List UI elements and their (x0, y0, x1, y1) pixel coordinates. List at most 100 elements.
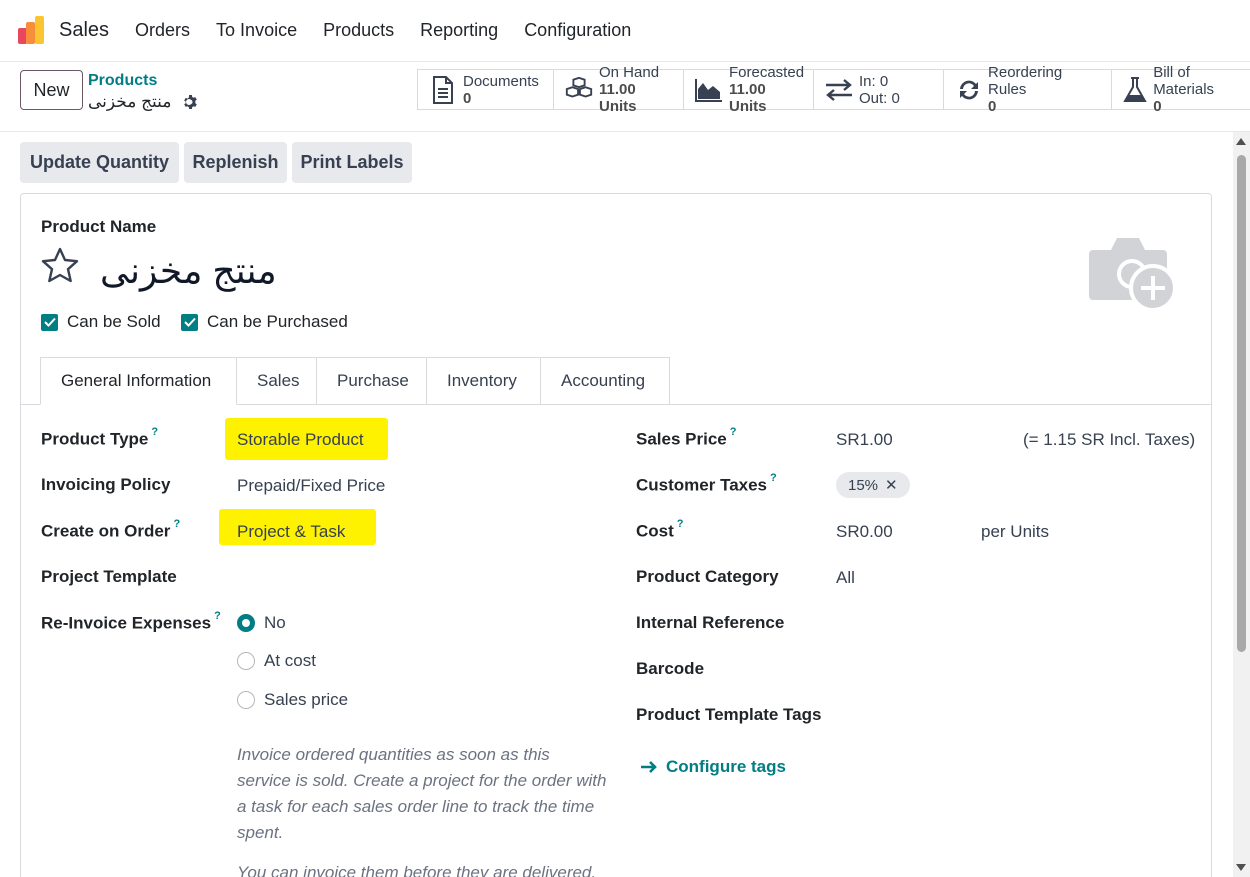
stat-label: On Hand (599, 64, 660, 81)
can-be-sold-checkbox[interactable]: Can be Sold (41, 312, 161, 332)
tab-sales[interactable]: Sales (237, 357, 317, 405)
help-text-secondary: You can invoice them before they are del… (237, 863, 597, 877)
stat-value: 0 (988, 98, 997, 115)
stat-value: 0 (1153, 98, 1162, 115)
radio-label: At cost (264, 651, 316, 670)
reordering-icon (954, 75, 983, 105)
nav-orders[interactable]: Orders (135, 20, 190, 41)
top-navbar: Sales Orders To Invoice Products Reporti… (0, 0, 1250, 62)
radio-label: No (264, 613, 286, 632)
help-tooltip-icon[interactable]: ? (151, 426, 158, 438)
configure-tags-label: Configure tags (666, 757, 786, 776)
new-button[interactable]: New (20, 70, 83, 110)
help-tooltip-icon[interactable]: ? (214, 610, 221, 622)
tab-purchase[interactable]: Purchase (317, 357, 427, 405)
scroll-down-icon[interactable] (1236, 864, 1246, 871)
radio-at-cost[interactable]: At cost (237, 651, 316, 671)
in-out-icon (824, 75, 854, 105)
project-template-label: Project Template (41, 567, 177, 586)
stat-value: Out: 0 (859, 89, 900, 107)
check-icon (181, 313, 198, 331)
control-panel-divider (0, 131, 1250, 132)
on-hand-icon (564, 75, 594, 105)
scrollbar-thumb[interactable] (1237, 155, 1246, 652)
help-tooltip-icon[interactable]: ? (677, 518, 684, 530)
can-be-purchased-checkbox[interactable]: Can be Purchased (181, 312, 348, 332)
radio-button (237, 691, 255, 709)
create-on-order-field[interactable]: Project & Task (237, 522, 345, 542)
product-category-field[interactable]: All (836, 568, 855, 588)
camera-icon[interactable] (1089, 232, 1181, 319)
can-be-sold-label: Can be Sold (67, 312, 161, 331)
sales-app-icon[interactable] (18, 15, 48, 46)
notebook-tabs: General Information Sales Purchase Inven… (40, 357, 670, 405)
stat-documents[interactable]: Documents 0 (418, 70, 554, 109)
stat-label: Forecasted (729, 64, 805, 81)
sales-price-label: Sales Price? (636, 426, 737, 449)
star-icon[interactable] (40, 246, 80, 289)
nav-reporting[interactable]: Reporting (420, 20, 498, 41)
product-name-field[interactable]: منتج مخزنى (100, 250, 277, 292)
help-tooltip-icon[interactable]: ? (730, 426, 737, 438)
radio-button (237, 614, 255, 632)
help-tooltip-icon[interactable]: ? (770, 472, 777, 484)
stat-label: In: 0 (859, 72, 889, 90)
smart-buttons: Documents 0 On Hand 11.00 Units Forecasted… (417, 64, 1250, 115)
radio-button (237, 652, 255, 670)
close-icon[interactable]: ✕ (885, 476, 898, 494)
stat-bill-of-materials[interactable]: Bill of Materials 0 (1112, 64, 1250, 115)
radio-sales-price[interactable]: Sales price (237, 690, 348, 710)
stat-forecasted[interactable]: Forecasted 11.00 Units (684, 64, 814, 115)
invoicing-policy-label: Invoicing Policy (41, 475, 171, 494)
cost-field[interactable]: SR0.00 (836, 522, 893, 542)
stat-label: Reordering Rules (988, 64, 1063, 98)
arrow-right-icon (640, 760, 658, 774)
help-text: Invoice ordered quantities as soon as th… (237, 745, 607, 842)
nav-products[interactable]: Products (323, 20, 394, 41)
cost-label: Cost? (636, 518, 684, 541)
stat-value: 11.00 Units (729, 81, 767, 115)
stat-reordering-rules[interactable]: Reordering Rules 0 (944, 64, 1112, 115)
breadcrumb-current: منتج مخزنى (88, 92, 172, 111)
sales-price-field[interactable]: SR1.00 (836, 430, 893, 450)
create-on-order-label: Create on Order? (41, 518, 181, 541)
tax-tag[interactable]: 15% ✕ (836, 472, 910, 498)
stat-value: 11.00 Units (599, 81, 637, 115)
tab-accounting[interactable]: Accounting (541, 357, 670, 405)
gear-icon[interactable] (181, 94, 197, 115)
customer-taxes-label: Customer Taxes? (636, 472, 777, 495)
cost-unit: per Units (981, 522, 1050, 541)
invoicing-policy-field[interactable]: Prepaid/Fixed Price (237, 476, 385, 496)
product-template-tags-label: Product Template Tags (636, 705, 822, 724)
print-labels-button[interactable]: Print Labels (292, 142, 412, 183)
bom-icon (1122, 75, 1148, 105)
stat-label: Bill of Materials (1153, 64, 1215, 98)
configure-tags-link[interactable]: Configure tags (640, 757, 786, 777)
stat-value: 0 (463, 89, 472, 107)
stat-on-hand[interactable]: On Hand 11.00 Units (554, 64, 684, 115)
nav-configuration[interactable]: Configuration (524, 20, 631, 41)
check-icon (41, 313, 58, 331)
breadcrumb-products[interactable]: Products (88, 72, 157, 90)
stat-label: Documents (463, 72, 539, 90)
tab-general-information[interactable]: General Information (40, 357, 237, 405)
help-tooltip-icon[interactable]: ? (173, 518, 180, 530)
can-be-purchased-label: Can be Purchased (207, 312, 348, 331)
product-type-field[interactable]: Storable Product (237, 430, 364, 450)
reinvoice-expenses-label: Re-Invoice Expenses? (41, 610, 221, 633)
scroll-up-icon[interactable] (1236, 138, 1246, 145)
forecasted-icon (694, 75, 724, 105)
stat-in-out[interactable]: In: 0 Out: 0 (814, 70, 944, 109)
replenish-button[interactable]: Replenish (184, 142, 287, 183)
internal-reference-label: Internal Reference (636, 613, 785, 632)
tab-inventory[interactable]: Inventory (427, 357, 541, 405)
documents-icon (428, 75, 458, 105)
product-category-label: Product Category (636, 567, 779, 586)
radio-no[interactable]: No (237, 613, 286, 633)
nav-to-invoice[interactable]: To Invoice (216, 20, 297, 41)
update-quantity-button[interactable]: Update Quantity (20, 142, 179, 183)
product-type-label: Product Type? (41, 426, 159, 449)
app-name[interactable]: Sales (59, 19, 109, 42)
tax-tag-label: 15% (848, 476, 879, 494)
sales-price-incl-taxes: (= 1.15 SR Incl. Taxes) (1023, 430, 1196, 449)
